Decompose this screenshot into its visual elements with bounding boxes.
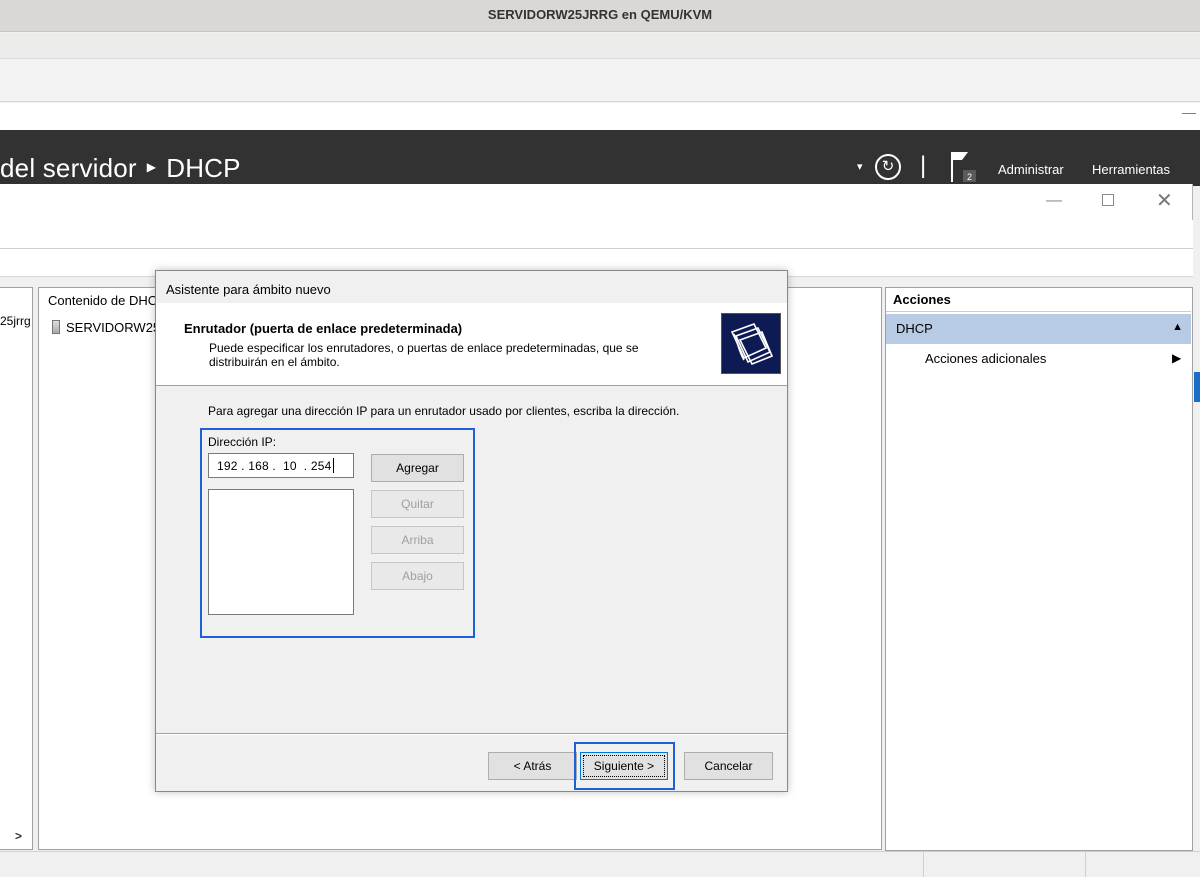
back-button[interactable]: < Atrás: [488, 752, 577, 780]
ip-section-highlight: [200, 428, 475, 638]
content-column-header[interactable]: Contenido de DHCP: [48, 293, 166, 308]
breadcrumb-parent[interactable]: del servidor: [0, 153, 137, 183]
wizard-subheading: Puede especificar los enrutadores, o pue…: [209, 341, 639, 369]
breadcrumb-current: DHCP: [166, 153, 241, 183]
actions-section-dhcp[interactable]: DHCP ▲: [886, 314, 1191, 344]
breadcrumb-dropdown-icon[interactable]: ▾: [857, 160, 863, 173]
vm-toolbar: [0, 33, 1200, 59]
background-window-edge: [1194, 372, 1200, 402]
refresh-icon[interactable]: ↻: [875, 154, 901, 180]
actions-pane: [885, 287, 1193, 851]
menu-administrar[interactable]: Administrar: [998, 162, 1064, 177]
breadcrumb-separator-icon: ▶: [146, 160, 157, 175]
vm-titlebar: SERVIDORW25JRRG en QEMU/KVM: [0, 0, 1200, 32]
guest-top-strip: [0, 103, 1200, 130]
vm-toolbar-secondary: [0, 60, 1200, 102]
submenu-arrow-icon: ▶: [1172, 351, 1182, 365]
wizard-instruction: Para agregar una dirección IP para un en…: [208, 404, 680, 418]
status-divider: [923, 852, 924, 877]
guest-minimize-icon[interactable]: —: [1182, 104, 1196, 120]
console-tree[interactable]: [0, 287, 33, 850]
vm-window-title: SERVIDORW25JRRG en QEMU/KVM: [487, 7, 713, 22]
wizard-footer-divider: [156, 733, 787, 735]
actions-title: Acciones: [886, 288, 1191, 312]
collapse-up-icon[interactable]: ▲: [1172, 321, 1183, 333]
close-icon[interactable]: ✕: [1156, 188, 1173, 213]
mmc-menubar: [0, 220, 1193, 249]
cancel-button[interactable]: Cancelar: [684, 752, 773, 780]
minimize-icon[interactable]: —: [1046, 192, 1062, 210]
tree-scroll-right-icon[interactable]: >: [15, 829, 22, 843]
header-divider: |: [920, 152, 927, 179]
status-divider: [1085, 852, 1086, 877]
status-bar: [0, 851, 1200, 877]
action-more-actions[interactable]: Acciones adicionales: [925, 351, 1046, 366]
wizard-heading: Enrutador (puerta de enlace predetermina…: [184, 321, 463, 336]
maximize-icon[interactable]: [1102, 194, 1114, 206]
menu-herramientas[interactable]: Herramientas: [1092, 162, 1170, 177]
wizard-folders-icon: [721, 313, 781, 374]
actions-section-label: DHCP: [896, 321, 933, 336]
breadcrumb: del servidor ▶ DHCP: [0, 153, 241, 185]
next-button-highlight: [574, 742, 675, 790]
wizard-caption: Asistente para ámbito nuevo: [166, 282, 331, 297]
flag-icon[interactable]: 2: [948, 150, 978, 184]
server-icon: [52, 320, 60, 334]
notification-count: 2: [967, 172, 972, 182]
tree-item-server[interactable]: 25jrrg: [0, 314, 32, 328]
